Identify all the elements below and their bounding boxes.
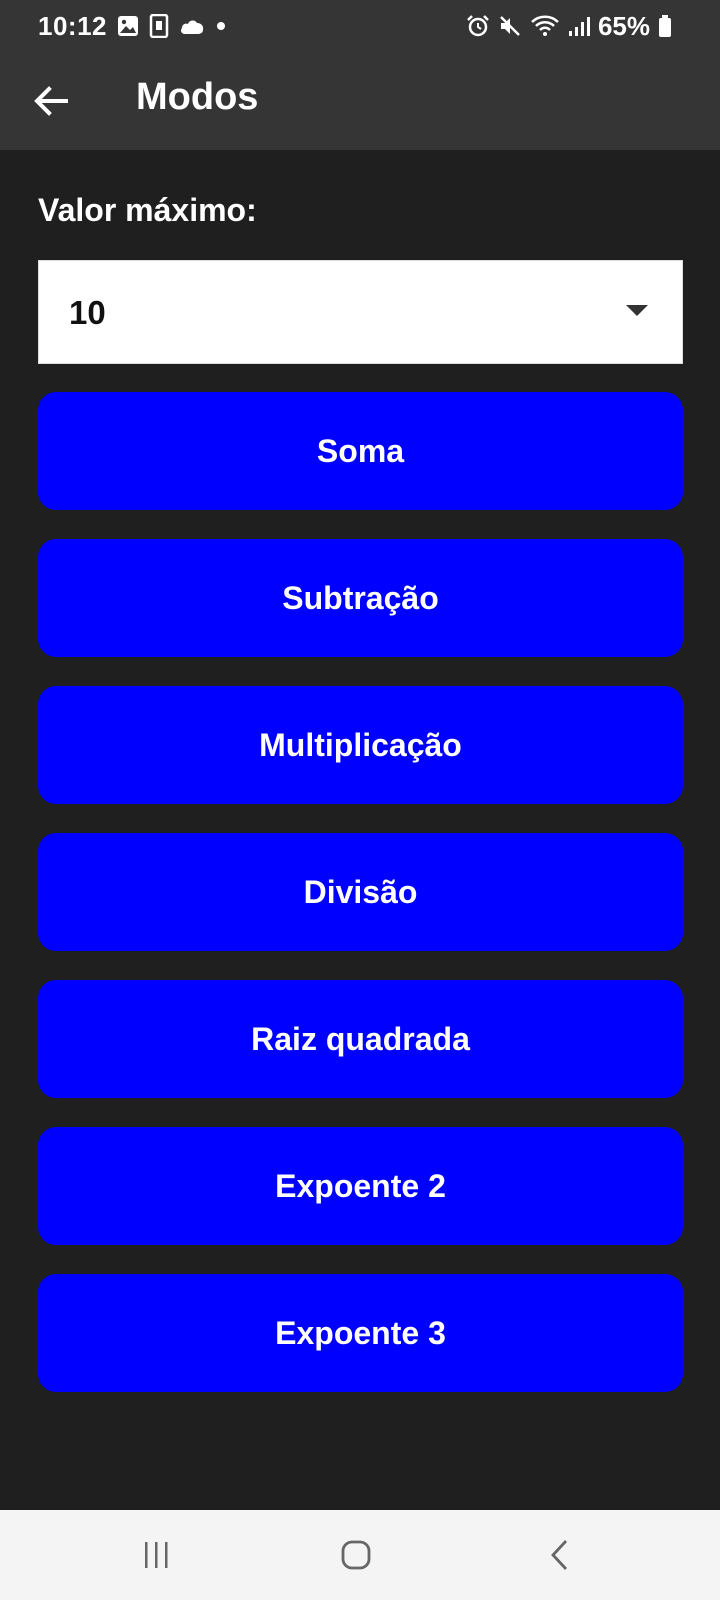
gallery-icon (117, 15, 139, 37)
back-icon (548, 1538, 572, 1572)
wifi-icon (530, 14, 560, 38)
page-title: Modos (136, 76, 259, 118)
app-bar: Modos (0, 52, 720, 150)
max-value-dropdown[interactable]: 10 (38, 260, 683, 364)
status-bar: 10:12 65% (0, 0, 720, 52)
back-button[interactable] (22, 74, 80, 128)
mode-button-expoente-2[interactable]: Expoente 2 (38, 1127, 683, 1245)
recents-icon (140, 1540, 172, 1570)
battery-percentage: 65% (597, 10, 650, 41)
mute-icon (498, 14, 522, 38)
status-time: 10:12 (38, 10, 107, 41)
status-left: 10:12 (38, 10, 227, 42)
app-notification-icon (149, 14, 169, 38)
mode-button-subtracao[interactable]: Subtração (38, 539, 683, 657)
max-value-selected: 10 (69, 294, 106, 331)
recents-button[interactable] (126, 1530, 186, 1580)
dropdown-arrow-icon (626, 305, 648, 316)
battery-icon (658, 14, 672, 38)
home-icon (340, 1539, 372, 1571)
mode-button-soma[interactable]: Soma (38, 392, 683, 510)
home-button[interactable] (326, 1530, 386, 1580)
mode-button-multiplicacao[interactable]: Multiplicação (38, 686, 683, 804)
arrow-left-icon (34, 86, 68, 116)
dot-icon (215, 20, 227, 32)
system-nav-bar (0, 1510, 720, 1600)
cloud-icon (179, 17, 205, 35)
nav-back-button[interactable] (530, 1530, 590, 1580)
signal-icon (568, 15, 590, 37)
main-content: Valor máximo: 10 Soma Subtração Multipli… (0, 150, 720, 1510)
status-right: 65% (466, 10, 672, 42)
alarm-icon (466, 14, 490, 38)
mode-button-divisao[interactable]: Divisão (38, 833, 683, 951)
max-value-label: Valor máximo: (38, 192, 257, 228)
mode-button-expoente-3[interactable]: Expoente 3 (38, 1274, 683, 1392)
mode-button-raiz-quadrada[interactable]: Raiz quadrada (38, 980, 683, 1098)
mode-list: Soma Subtração Multiplicação Divisão Rai… (38, 392, 683, 1421)
